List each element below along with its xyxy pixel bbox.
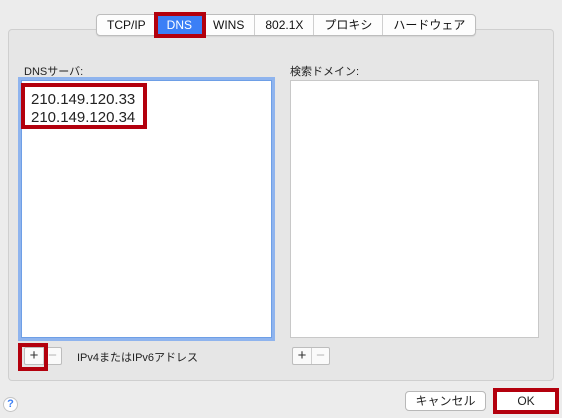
- dns-servers-label: DNSサーバ:: [24, 66, 84, 78]
- tab-8021x[interactable]: 802.1X: [255, 15, 315, 35]
- search-domains-list[interactable]: [290, 80, 539, 338]
- search-remove-button[interactable]: −: [311, 348, 329, 364]
- help-button[interactable]: ?: [3, 397, 18, 412]
- tab-tcpip[interactable]: TCP/IP: [97, 15, 157, 35]
- dns-server-entry[interactable]: 210.149.120.34: [31, 109, 137, 127]
- dns-server-entries: 210.149.120.33 210.149.120.34: [21, 83, 147, 129]
- ok-button[interactable]: OK: [493, 388, 559, 414]
- tab-bar: TCP/IP DNS WINS 802.1X プロキシ ハードウェア: [96, 12, 477, 38]
- tab-dns[interactable]: DNS: [153, 12, 207, 38]
- search-add-button[interactable]: +: [293, 348, 311, 364]
- dns-server-entry[interactable]: 210.149.120.33: [31, 91, 137, 109]
- tab-wins[interactable]: WINS: [203, 15, 256, 35]
- search-domains-label: 検索ドメイン:: [290, 66, 360, 78]
- tab-hardware[interactable]: ハードウェア: [383, 15, 475, 35]
- network-dns-panel: TCP/IP DNS WINS 802.1X プロキシ ハードウェア DNSサー…: [0, 0, 562, 418]
- cancel-button[interactable]: キャンセル: [405, 391, 486, 411]
- tab-proxy[interactable]: プロキシ: [314, 15, 384, 35]
- dns-add-highlight: [18, 343, 48, 371]
- search-add-remove-control: + −: [292, 347, 330, 365]
- dns-address-hint: IPv4またはIPv6アドレス: [77, 352, 199, 364]
